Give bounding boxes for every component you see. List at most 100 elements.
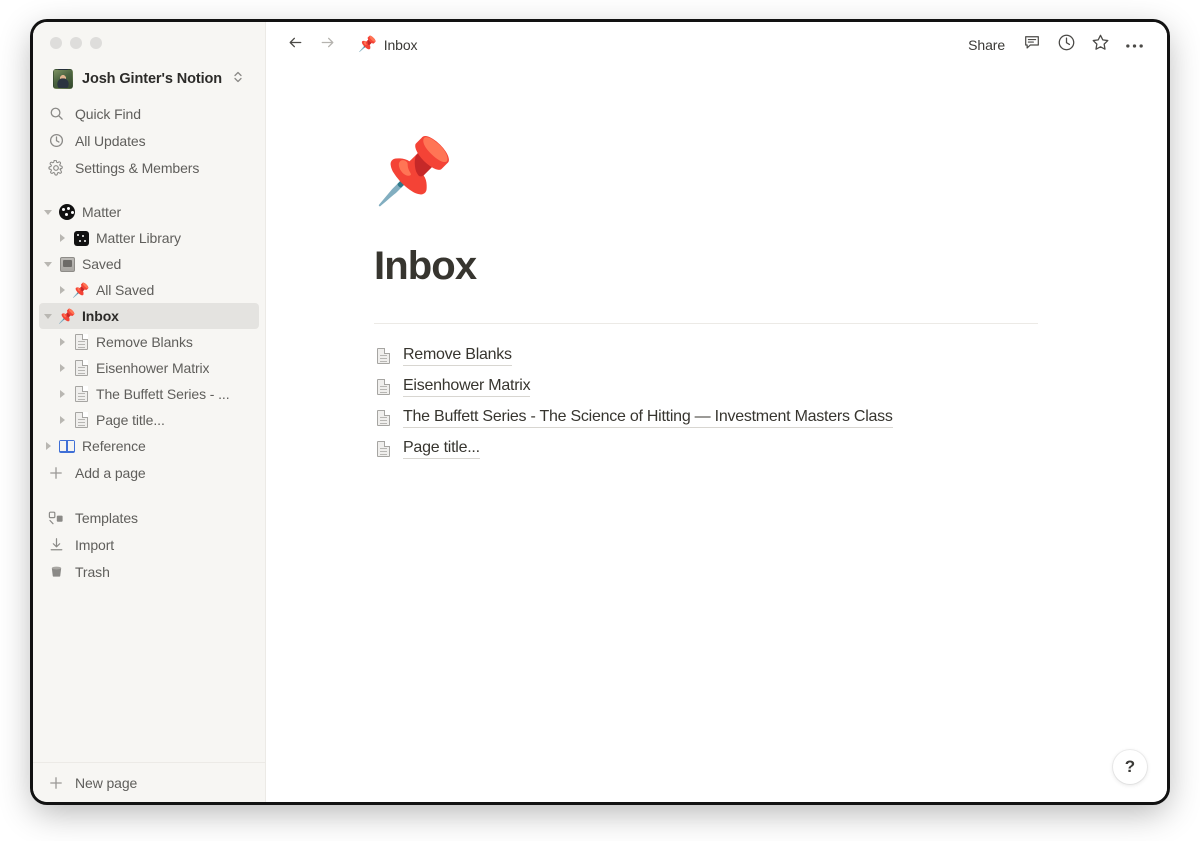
page-icon bbox=[374, 440, 392, 457]
chevron-right-icon[interactable] bbox=[53, 411, 71, 429]
tree-item-label: All Saved bbox=[96, 282, 155, 298]
list-item[interactable]: The Buffett Series - The Science of Hitt… bbox=[374, 402, 1167, 433]
gear-icon bbox=[47, 159, 65, 177]
sidebar-item-trash[interactable]: Trash bbox=[39, 558, 259, 585]
divider bbox=[374, 323, 1038, 324]
sidebar-footer: New page bbox=[33, 762, 265, 802]
close-button[interactable] bbox=[50, 37, 62, 49]
favorite-button[interactable] bbox=[1085, 31, 1115, 59]
sidebar-nav: Quick Find All Updates Settings & Member… bbox=[33, 100, 265, 181]
list-item-label[interactable]: Eisenhower Matrix bbox=[403, 377, 531, 397]
workspace-switcher[interactable]: Josh Ginter's Notion bbox=[39, 64, 259, 94]
chevron-down-icon[interactable] bbox=[39, 255, 57, 273]
sidebar-page-tree: Matter Matter Library Saved 📌 All Saved bbox=[33, 199, 265, 486]
tree-item-label: Remove Blanks bbox=[96, 334, 193, 350]
breadcrumb[interactable]: 📌 Inbox bbox=[352, 34, 423, 56]
chevron-right-icon[interactable] bbox=[53, 333, 71, 351]
app-window: Josh Ginter's Notion Quick Find All Upda… bbox=[33, 22, 1167, 802]
chevron-right-icon[interactable] bbox=[53, 359, 71, 377]
star-icon bbox=[1091, 33, 1110, 57]
page-icon bbox=[374, 409, 392, 426]
sidebar-item-label: Settings & Members bbox=[75, 159, 200, 176]
pushpin-icon: 📌 bbox=[358, 36, 377, 53]
list-item-label[interactable]: The Buffett Series - The Science of Hitt… bbox=[403, 408, 893, 428]
page-emoji-pushpin-icon[interactable]: 📌 bbox=[374, 139, 1167, 219]
sidebar-tree-item-eisenhower-matrix[interactable]: Eisenhower Matrix bbox=[39, 355, 259, 381]
plus-icon bbox=[47, 464, 65, 482]
tree-item-label: Page title... bbox=[96, 412, 165, 428]
sidebar-item-templates[interactable]: Templates bbox=[39, 504, 259, 531]
sidebar-item-import[interactable]: Import bbox=[39, 531, 259, 558]
comment-button[interactable] bbox=[1017, 31, 1047, 59]
more-options-button[interactable] bbox=[1119, 31, 1149, 59]
sidebar-item-label: Quick Find bbox=[75, 105, 141, 122]
list-item[interactable]: Page title... bbox=[374, 433, 1167, 464]
sidebar-item-label: Add a page bbox=[75, 464, 146, 481]
sidebar-item-label: Import bbox=[75, 536, 115, 553]
sidebar-tree-item-page-title[interactable]: Page title... bbox=[39, 407, 259, 433]
list-item-label[interactable]: Remove Blanks bbox=[403, 346, 512, 366]
page-icon bbox=[71, 385, 91, 403]
matter-library-icon bbox=[71, 229, 91, 247]
page-icon bbox=[71, 333, 91, 351]
list-item[interactable]: Eisenhower Matrix bbox=[374, 371, 1167, 402]
chevron-right-icon[interactable] bbox=[53, 229, 71, 247]
tree-item-label: The Buffett Series - ... bbox=[96, 386, 230, 402]
tree-item-label: Eisenhower Matrix bbox=[96, 360, 210, 376]
avatar bbox=[53, 69, 73, 89]
page-title[interactable]: Inbox bbox=[374, 243, 1167, 289]
minimize-button[interactable] bbox=[70, 37, 82, 49]
updates-button[interactable] bbox=[1051, 31, 1081, 59]
main-area: 📌 Inbox Share 📌 Inbox Remove Blanks Eise… bbox=[266, 22, 1167, 802]
sidebar-item-quick-find[interactable]: Quick Find bbox=[39, 100, 259, 127]
workspace-name: Josh Ginter's Notion bbox=[82, 71, 223, 87]
sidebar-tree-item-inbox[interactable]: 📌 Inbox bbox=[39, 303, 259, 329]
card-index-dividers-icon bbox=[57, 255, 77, 273]
list-item-label[interactable]: Page title... bbox=[403, 439, 480, 459]
chevron-right-icon[interactable] bbox=[53, 281, 71, 299]
chevron-down-icon[interactable] bbox=[39, 203, 57, 221]
comment-icon bbox=[1023, 33, 1041, 56]
page-icon bbox=[374, 378, 392, 395]
arrow-right-icon bbox=[319, 34, 336, 56]
ellipsis-icon bbox=[1125, 36, 1144, 54]
page-icon bbox=[71, 411, 91, 429]
pushpin-icon: 📌 bbox=[72, 282, 90, 298]
sidebar-item-settings-members[interactable]: Settings & Members bbox=[39, 154, 259, 181]
import-download-icon bbox=[47, 536, 65, 554]
tree-item-label: Reference bbox=[82, 438, 146, 454]
tree-item-label: Saved bbox=[82, 256, 122, 272]
sidebar-tree-item-reference[interactable]: Reference bbox=[39, 433, 259, 459]
trash-icon bbox=[47, 563, 65, 581]
sidebar-item-label: Templates bbox=[75, 509, 138, 526]
chevron-down-icon[interactable] bbox=[39, 307, 57, 325]
sidebar-item-label: Trash bbox=[75, 563, 110, 580]
chevron-right-icon[interactable] bbox=[53, 385, 71, 403]
forward-button[interactable] bbox=[314, 32, 340, 58]
list-item[interactable]: Remove Blanks bbox=[374, 340, 1167, 371]
topbar: 📌 Inbox Share bbox=[266, 22, 1167, 67]
sidebar-tree-item-matter-library[interactable]: Matter Library bbox=[39, 225, 259, 251]
plus-icon bbox=[47, 774, 65, 792]
new-page-button[interactable]: New page bbox=[39, 769, 259, 796]
pushpin-icon: 📌 bbox=[58, 308, 76, 324]
clock-icon bbox=[1057, 33, 1076, 57]
new-page-label: New page bbox=[75, 774, 138, 791]
chevron-right-icon[interactable] bbox=[39, 437, 57, 455]
sidebar-tree-item-remove-blanks[interactable]: Remove Blanks bbox=[39, 329, 259, 355]
sidebar-add-page-button[interactable]: Add a page bbox=[39, 459, 259, 486]
sidebar-item-all-updates[interactable]: All Updates bbox=[39, 127, 259, 154]
arrow-left-icon bbox=[287, 34, 304, 56]
sidebar-tree-item-matter[interactable]: Matter bbox=[39, 199, 259, 225]
zoom-button[interactable] bbox=[90, 37, 102, 49]
sidebar-tree-item-all-saved[interactable]: 📌 All Saved bbox=[39, 277, 259, 303]
clock-icon bbox=[47, 132, 65, 150]
sidebar-tree-item-buffett-series[interactable]: The Buffett Series - ... bbox=[39, 381, 259, 407]
share-button[interactable]: Share bbox=[960, 33, 1013, 57]
tree-item-label: Matter bbox=[82, 204, 122, 220]
sidebar-item-label: All Updates bbox=[75, 132, 146, 149]
back-button[interactable] bbox=[282, 32, 308, 58]
sidebar-tree-item-saved[interactable]: Saved bbox=[39, 251, 259, 277]
help-button[interactable]: ? bbox=[1113, 750, 1147, 784]
